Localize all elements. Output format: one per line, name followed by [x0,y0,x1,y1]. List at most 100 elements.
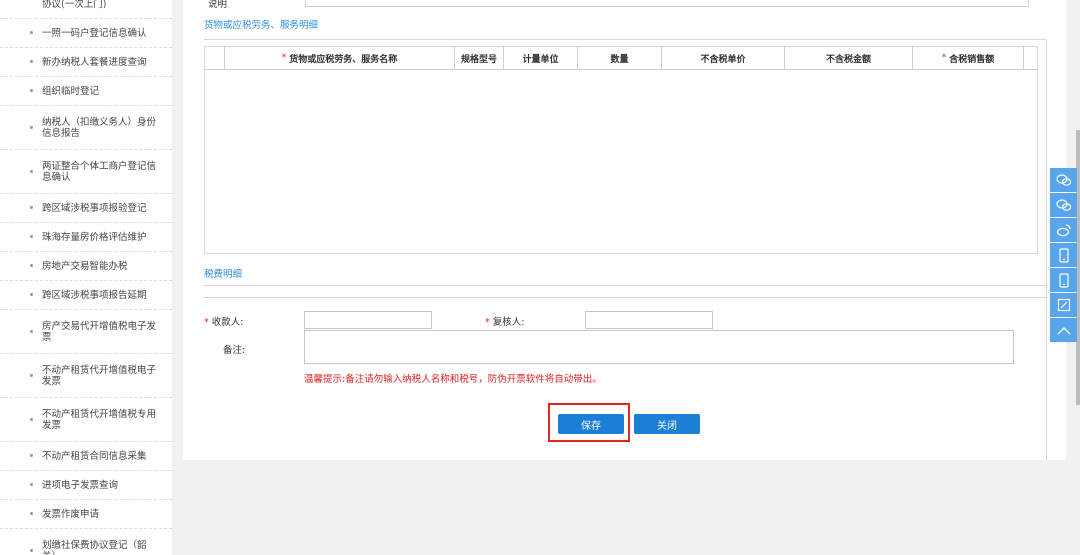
payee-input[interactable] [304,311,432,329]
sidebar-item-new-taxpayer-progress[interactable]: 新办纳税人套餐进度查询 [0,48,172,77]
bullet-icon [30,125,33,129]
bullet-icon [30,31,33,34]
wechat-icon[interactable] [1050,168,1077,192]
mobile-icon[interactable] [1050,243,1077,267]
wechat-icon[interactable] [1050,193,1077,217]
remark-label: 备注: [223,345,246,356]
sidebar-item-real-estate-smart-tax[interactable]: 房地产交易智能办税 [0,252,172,281]
sidebar-item-cross-region-extension[interactable]: 跨区域涉税事项报告延期 [0,281,172,310]
sidebar-item-label: 划缴社保费协议登记（韶关） [42,539,147,555]
sidebar-item-identity-report[interactable]: 纳税人（扣缴义务人）身份信息报告 [0,106,172,150]
sidebar-item-lease-special-invoice[interactable]: 不动产租赁代开增值税专用发票 [0,398,172,442]
sidebar-item-label: 协议(一次上门) [42,0,107,10]
bullet-icon [30,89,33,92]
payee-label-text: 收款人: [211,317,244,328]
goods-table: * 货物或应税劳务、服务名称 规格型号 计量单位 数量 不含税单价 不含税金额 *… [204,46,1038,254]
top-field-label: 说明 [208,0,228,10]
sidebar-item-label: 不动产租赁代开增值税专用发票 [42,408,157,431]
sidebar-item-label: 纳税人（扣缴义务人）身份信息报告 [42,116,157,139]
sidebar-item-label: 进项电子发票查询 [42,479,119,491]
sidebar-item-label: 跨区域涉税事项报告延期 [42,289,147,301]
bullet-icon [30,512,33,515]
sidebar-item-label: 不动产租赁合同信息采集 [42,450,147,462]
bullet-icon [30,293,33,296]
column-header-tax-included: * 含税销售额 [913,47,1024,69]
top-field-input[interactable] [305,0,1029,7]
column-header-unit: 计量单位 [504,47,578,69]
weibo-icon[interactable] [1050,218,1077,242]
table-header-spacer [205,47,225,69]
column-header-quantity: 数量 [578,47,662,69]
payee-label: * 收款人: [204,314,243,328]
required-mark: * [485,317,490,328]
sidebar-item-label: 珠海存量房价格评估维护 [42,231,147,243]
bullet-icon [30,264,33,267]
sidebar-item-label: 不动产租赁代开增值税电子发票 [42,364,157,387]
bullet-icon [30,483,33,486]
tax-section-title: 税费明细 [204,269,243,280]
sidebar-item-unified-code-confirm[interactable]: 一照一码户登记信息确认 [0,19,172,48]
sidebar-item-label: 发票作废申请 [42,508,100,520]
sidebar-item-label: 房产交易代开增值税电子发票 [42,320,157,343]
reviewer-input[interactable] [585,311,713,329]
sidebar-item-property-e-invoice[interactable]: 房产交易代开增值税电子发票 [0,310,172,354]
sidebar-item-zhuhai-house-price[interactable]: 珠海存量房价格评估维护 [0,223,172,252]
section-divider [204,297,1046,298]
sidebar-item-input-e-invoice-query[interactable]: 进项电子发票查询 [0,471,172,500]
required-mark: * [941,53,947,63]
sidebar-item-label: 两证整合个体工商户登记信息确认 [42,160,157,183]
column-header-label: 不含税金额 [825,54,871,65]
mobile-icon[interactable] [1050,268,1077,292]
sidebar-item-temporary-registration[interactable]: 组织临时登记 [0,77,172,106]
column-header-label: 含税销售额 [949,54,995,65]
bullet-icon [30,235,33,238]
edit-icon[interactable] [1050,293,1077,317]
column-header-goods-name: * 货物或应税劳务、服务名称 [225,47,455,69]
section-divider [204,39,1046,40]
required-mark: * [204,317,209,328]
column-header-label: 规格型号 [460,54,497,65]
save-button[interactable]: 保存 [558,414,624,434]
bullet-icon [30,60,33,63]
goods-table-header: * 货物或应税劳务、服务名称 规格型号 计量单位 数量 不含税单价 不含税金额 *… [205,47,1037,70]
sidebar-item-label: 组织临时登记 [42,85,100,97]
sidebar-item-label: 跨区域涉税事项报验登记 [42,202,147,214]
close-button[interactable]: 关闭 [634,414,700,434]
reviewer-label-text: 复核人: [492,317,525,328]
table-header-spacer [1024,47,1037,69]
bullet-icon [30,548,33,552]
sidebar-item-lease-e-invoice[interactable]: 不动产租赁代开增值税电子发票 [0,354,172,398]
remark-textarea[interactable] [304,330,1014,364]
float-toolbar [1050,168,1077,343]
reviewer-label: * 复核人: [485,314,524,328]
sidebar-item-label: 房地产交易智能办税 [42,260,128,272]
remark-tip: 温馨提示:备注请勿输入纳税人名称和税号，防伪开票软件将自动带出。 [304,374,602,385]
bullet-icon [30,206,33,209]
sidebar-item-social-security-shaoguan[interactable]: 划缴社保费协议登记（韶关） [0,529,172,555]
sidebar-item-label: 新办纳税人套餐进度查询 [42,56,147,68]
back-to-top-icon[interactable] [1050,318,1077,342]
column-header-label: 数量 [610,54,629,65]
bullet-icon [30,417,33,421]
column-header-spec: 规格型号 [455,47,504,69]
sidebar-item-label: 一照一码户登记信息确认 [42,27,147,39]
invoice-form-panel: 说明 货物或应税劳务、服务明细 * 货物或应税劳务、服务名称 规格型号 计量单位 … [183,0,1066,460]
column-header-label: 不含税单价 [700,54,746,65]
sidebar-item-invoice-void-request[interactable]: 发票作废申请 [0,500,172,529]
column-header-amount: 不含税金额 [785,47,913,69]
bullet-icon [30,373,33,377]
column-header-label: 计量单位 [522,54,559,65]
sidebar-menu: 协议(一次上门) 一照一码户登记信息确认 新办纳税人套餐进度查询 组织临时登记 … [0,0,172,555]
goods-section-title: 货物或应税劳务、服务明细 [204,20,319,31]
bullet-icon [30,454,33,457]
panel-scroll-track [1046,40,1047,460]
required-mark: * [281,53,287,63]
bullet-icon [30,329,33,333]
section-divider [204,285,1046,286]
sidebar-item-social-security-agreement[interactable]: 协议(一次上门) [0,0,172,19]
sidebar-item-lease-contract-collect[interactable]: 不动产租赁合同信息采集 [0,442,172,471]
sidebar-item-individual-business-confirm[interactable]: 两证整合个体工商户登记信息确认 [0,150,172,194]
bullet-icon [30,169,33,173]
column-header-label: 货物或应税劳务、服务名称 [289,54,398,65]
sidebar-item-cross-region-inspection[interactable]: 跨区域涉税事项报验登记 [0,194,172,223]
